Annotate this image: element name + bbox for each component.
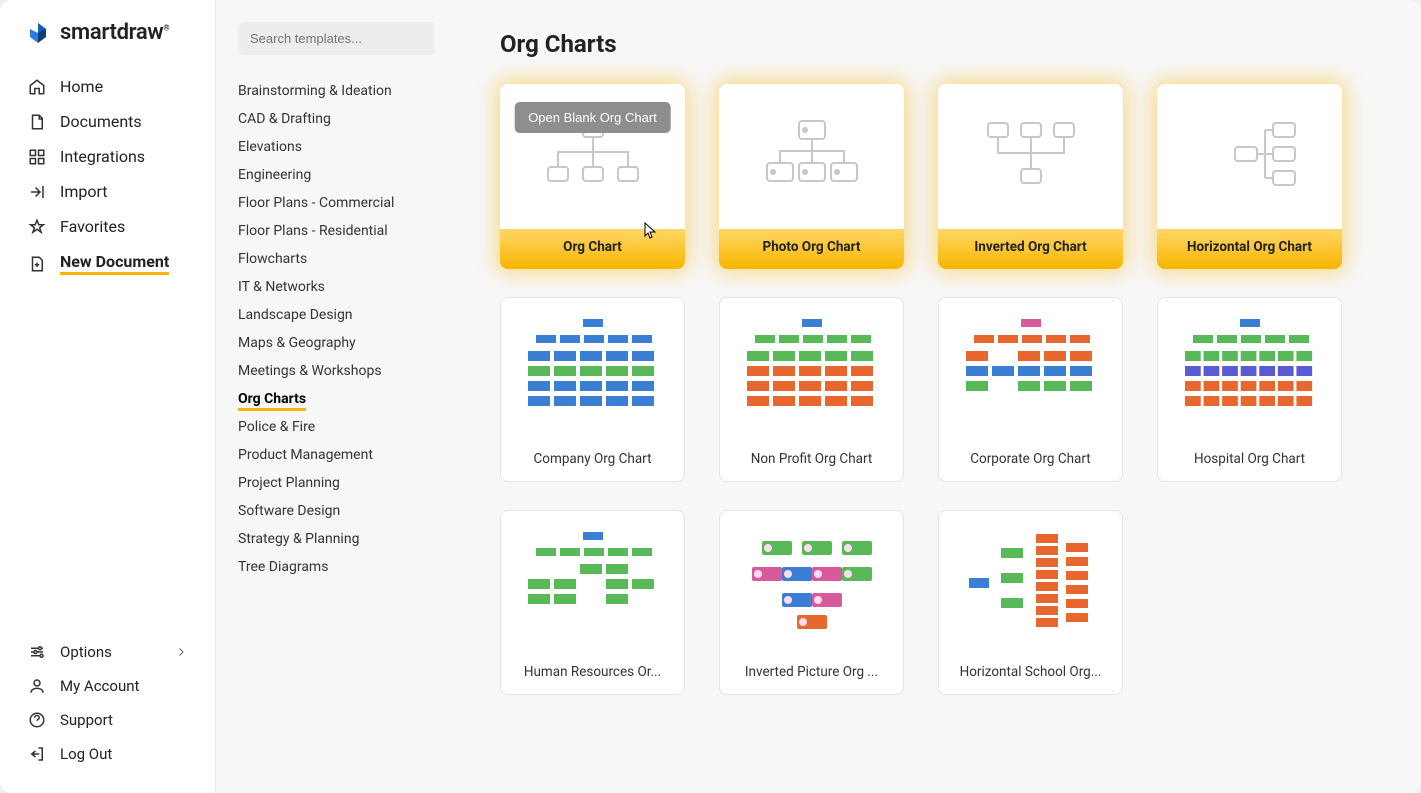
template-card-featured[interactable]: Inverted Org Chart <box>938 84 1123 269</box>
template-label: Horizontal Org Chart <box>1157 229 1342 269</box>
category-item[interactable]: Police & Fire <box>238 413 412 441</box>
category-panel: Brainstorming & IdeationCAD & DraftingEl… <box>216 0 434 793</box>
category-item[interactable]: Floor Plans - Residential <box>238 217 412 245</box>
nav-label: Documents <box>60 112 142 131</box>
cursor-icon <box>644 222 658 240</box>
nav-home[interactable]: Home <box>18 69 197 104</box>
template-card[interactable]: Corporate Org Chart <box>938 297 1123 482</box>
category-item[interactable]: Tree Diagrams <box>238 553 412 581</box>
template-card[interactable]: Human Resources Or... <box>500 510 685 695</box>
category-item[interactable]: Product Management <box>238 441 412 469</box>
template-preview <box>720 511 903 654</box>
template-preview <box>719 84 904 229</box>
template-label: Inverted Picture Org ... <box>739 654 884 694</box>
new-doc-icon <box>28 255 46 273</box>
template-label: Corporate Org Chart <box>964 441 1096 481</box>
nav-label: New Document <box>60 252 169 275</box>
template-card-featured[interactable]: Open Blank Org ChartOrg Chart <box>500 84 685 269</box>
category-item[interactable]: Elevations <box>238 133 412 161</box>
category-item[interactable]: CAD & Drafting <box>238 105 412 133</box>
template-label: Human Resources Or... <box>518 654 667 694</box>
template-label: Inverted Org Chart <box>938 229 1123 269</box>
category-item[interactable]: Project Planning <box>238 469 412 497</box>
template-preview <box>1158 298 1341 441</box>
category-item[interactable]: Engineering <box>238 161 412 189</box>
template-label: Horizontal School Org... <box>954 654 1108 694</box>
page-title: Org Charts <box>500 30 1373 58</box>
nav-support[interactable]: Support <box>18 703 197 737</box>
template-label: Non Profit Org Chart <box>745 441 879 481</box>
template-preview <box>501 511 684 654</box>
template-card[interactable]: Company Org Chart <box>500 297 685 482</box>
template-preview <box>939 511 1122 654</box>
template-preview <box>501 298 684 441</box>
category-item[interactable]: Landscape Design <box>238 301 412 329</box>
logo[interactable]: smartdraw® <box>0 0 215 69</box>
category-item[interactable]: IT & Networks <box>238 273 412 301</box>
home-icon <box>28 78 46 96</box>
chevron-right-icon <box>175 646 187 658</box>
template-preview: Open Blank Org Chart <box>500 84 685 229</box>
nav-main: Home Documents Integrations Import Favor… <box>0 69 215 283</box>
brand-name: smartdraw® <box>60 20 169 45</box>
template-card[interactable]: Horizontal School Org... <box>938 510 1123 695</box>
nav-options[interactable]: Options <box>18 635 197 669</box>
nav-integrations[interactable]: Integrations <box>18 139 197 174</box>
search-input[interactable] <box>238 22 438 55</box>
template-card[interactable]: Non Profit Org Chart <box>719 297 904 482</box>
import-icon <box>28 183 46 201</box>
smartdraw-logo-icon <box>26 21 50 45</box>
category-list: Brainstorming & IdeationCAD & DraftingEl… <box>238 77 412 581</box>
support-icon <box>28 711 46 729</box>
nav-label: My Account <box>60 677 139 695</box>
nav-label: Support <box>60 711 113 729</box>
template-preview <box>720 298 903 441</box>
open-blank-button[interactable]: Open Blank Org Chart <box>514 102 671 133</box>
template-preview <box>938 84 1123 229</box>
search-row <box>238 22 412 55</box>
nav-label: Options <box>60 643 112 661</box>
app-root: smartdraw® Home Documents Integrations I… <box>0 0 1421 793</box>
template-grid: Open Blank Org ChartOrg Chart Photo Org C… <box>482 84 1373 695</box>
category-item[interactable]: Strategy & Planning <box>238 525 412 553</box>
nav-new-document[interactable]: New Document <box>18 244 197 283</box>
nav-label: Favorites <box>60 217 125 236</box>
nav-bottom: Options My Account Support Log Out <box>0 635 215 793</box>
options-icon <box>28 643 46 661</box>
category-item[interactable]: Software Design <box>238 497 412 525</box>
account-icon <box>28 677 46 695</box>
template-card[interactable]: Hospital Org Chart <box>1157 297 1342 482</box>
nav-favorites[interactable]: Favorites <box>18 209 197 244</box>
nav-label: Log Out <box>60 745 112 763</box>
document-icon <box>28 113 46 131</box>
integrations-icon <box>28 148 46 166</box>
logout-icon <box>28 745 46 763</box>
main-content: Org Charts Open Blank Org ChartOrg Chart… <box>434 0 1421 793</box>
nav-label: Import <box>60 182 108 201</box>
nav-account[interactable]: My Account <box>18 669 197 703</box>
template-label: Company Org Chart <box>528 441 658 481</box>
category-item[interactable]: Floor Plans - Commercial <box>238 189 412 217</box>
template-card-featured[interactable]: Horizontal Org Chart <box>1157 84 1342 269</box>
template-card-featured[interactable]: Photo Org Chart <box>719 84 904 269</box>
nav-import[interactable]: Import <box>18 174 197 209</box>
category-item[interactable]: Flowcharts <box>238 245 412 273</box>
nav-documents[interactable]: Documents <box>18 104 197 139</box>
star-icon <box>28 218 46 236</box>
template-label: Hospital Org Chart <box>1188 441 1311 481</box>
template-preview <box>1157 84 1342 229</box>
nav-logout[interactable]: Log Out <box>18 737 197 771</box>
template-card[interactable]: Inverted Picture Org ... <box>719 510 904 695</box>
category-item[interactable]: Maps & Geography <box>238 329 412 357</box>
nav-label: Integrations <box>60 147 145 166</box>
nav-label: Home <box>60 77 103 96</box>
category-item[interactable]: Meetings & Workshops <box>238 357 412 385</box>
category-item[interactable]: Org Charts <box>238 385 412 413</box>
sidebar: smartdraw® Home Documents Integrations I… <box>0 0 216 793</box>
template-preview <box>939 298 1122 441</box>
category-item[interactable]: Brainstorming & Ideation <box>238 77 412 105</box>
template-label: Photo Org Chart <box>719 229 904 269</box>
